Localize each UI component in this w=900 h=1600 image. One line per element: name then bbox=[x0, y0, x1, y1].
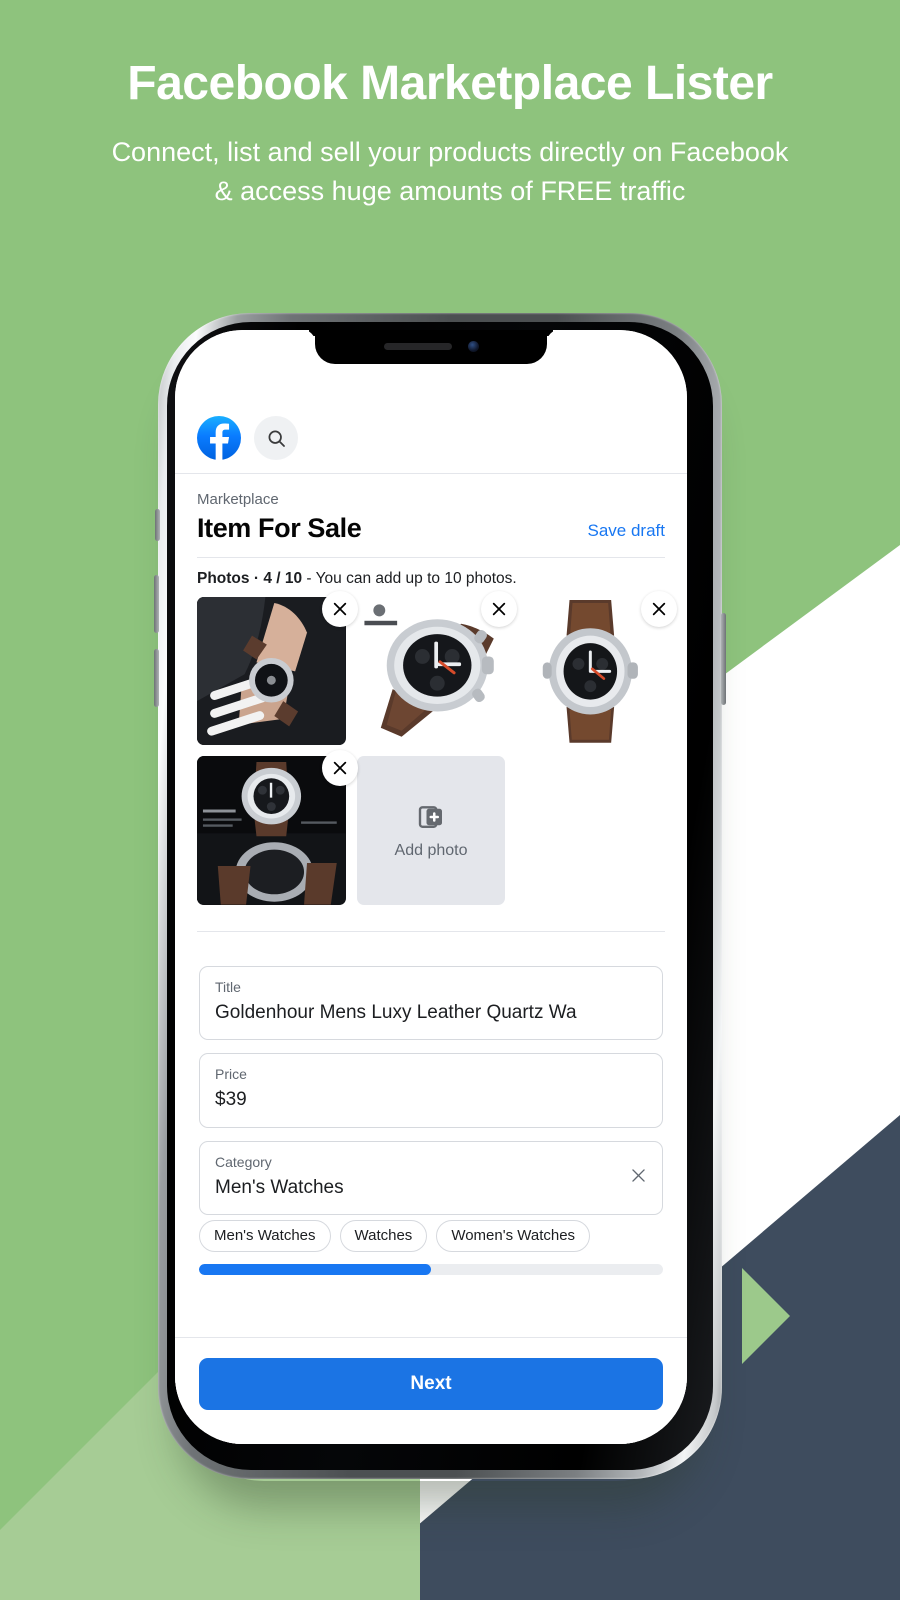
phone-volume-down-button bbox=[154, 649, 159, 707]
add-photo-icon bbox=[418, 805, 442, 828]
close-icon bbox=[632, 1169, 645, 1182]
photo-grid: Add photo bbox=[175, 590, 687, 905]
next-button[interactable]: Next bbox=[199, 1358, 663, 1410]
title-field-value: Goldenhour Mens Luxy Leather Quartz Wa bbox=[215, 1001, 577, 1023]
photo-image bbox=[197, 756, 346, 905]
hero-title: Facebook Marketplace Lister bbox=[127, 57, 773, 110]
category-chip[interactable]: Women's Watches bbox=[436, 1220, 591, 1253]
photo-thumbnail[interactable] bbox=[356, 590, 518, 746]
page-header-text: Marketplace Item For Sale bbox=[197, 490, 362, 545]
category-field-value: Men's Watches bbox=[215, 1176, 344, 1198]
front-camera-icon bbox=[467, 340, 479, 352]
add-photo-button[interactable]: Add photo bbox=[356, 756, 506, 905]
earpiece-speaker-icon bbox=[383, 342, 452, 350]
progress-fill bbox=[199, 1264, 431, 1276]
page-title: Item For Sale bbox=[197, 513, 362, 544]
progress-bar bbox=[175, 1252, 687, 1276]
add-photo-label: Add photo bbox=[394, 841, 468, 859]
close-icon bbox=[333, 762, 346, 775]
photos-hint: - You can add up to 10 photos. bbox=[306, 569, 517, 587]
hero-subtitle: Connect, list and sell your products dir… bbox=[111, 137, 789, 207]
category-field[interactable]: Category Men's Watches bbox=[199, 1140, 663, 1216]
photos-count: 4 / 10 bbox=[263, 569, 303, 587]
remove-photo-button[interactable] bbox=[321, 750, 358, 787]
photos-label: Photos · 4 / 10 - You can add up to 10 p… bbox=[175, 558, 687, 597]
search-icon bbox=[268, 430, 285, 447]
price-field-label: Price bbox=[215, 1066, 247, 1083]
listing-form: Title Goldenhour Mens Luxy Leather Quart… bbox=[175, 932, 687, 1216]
category-suggestion-chips: Men's Watches Watches Women's Watches bbox=[175, 1215, 687, 1253]
app-footer: Next bbox=[175, 1337, 687, 1444]
hero-section: Facebook Marketplace Lister Connect, lis… bbox=[0, 56, 900, 211]
breadcrumb[interactable]: Marketplace bbox=[197, 490, 361, 510]
price-field[interactable]: Price $39 bbox=[199, 1053, 663, 1128]
phone-screen: Marketplace Item For Sale Save draft Pho… bbox=[175, 330, 687, 1444]
photo-thumbnail[interactable] bbox=[197, 590, 358, 746]
remove-photo-button[interactable] bbox=[321, 590, 358, 627]
phone-power-button bbox=[721, 613, 726, 705]
phone-mockup: Marketplace Item For Sale Save draft Pho… bbox=[154, 313, 726, 1479]
remove-photo-button[interactable] bbox=[641, 590, 678, 627]
photo-thumbnail[interactable] bbox=[197, 750, 358, 905]
remove-photo-button[interactable] bbox=[481, 590, 518, 627]
photos-label-separator: · bbox=[253, 569, 260, 587]
clear-category-button[interactable] bbox=[629, 1166, 648, 1190]
facebook-logo-icon[interactable] bbox=[197, 416, 241, 460]
title-field[interactable]: Title Goldenhour Mens Luxy Leather Quart… bbox=[199, 965, 663, 1041]
page-header: Marketplace Item For Sale Save draft bbox=[175, 474, 687, 557]
price-field-value: $39 bbox=[215, 1089, 247, 1111]
close-icon bbox=[652, 602, 666, 615]
category-chip[interactable]: Men's Watches bbox=[199, 1220, 331, 1253]
save-draft-link[interactable]: Save draft bbox=[588, 521, 666, 545]
progress-track bbox=[199, 1264, 663, 1276]
title-field-label: Title bbox=[215, 978, 241, 995]
phone-silence-switch bbox=[155, 509, 160, 541]
photo-image bbox=[516, 596, 666, 746]
close-icon bbox=[333, 602, 346, 615]
photo-thumbnail[interactable] bbox=[516, 590, 678, 746]
photo-image bbox=[197, 596, 346, 746]
search-button[interactable] bbox=[254, 416, 298, 460]
close-icon bbox=[493, 602, 506, 615]
photos-label-title: Photos bbox=[197, 569, 250, 587]
category-chip[interactable]: Watches bbox=[339, 1220, 428, 1253]
facebook-app: Marketplace Item For Sale Save draft Pho… bbox=[175, 330, 687, 1444]
phone-volume-up-button bbox=[154, 575, 159, 633]
category-field-label: Category bbox=[215, 1153, 272, 1170]
app-scroll-area[interactable]: Marketplace Item For Sale Save draft Pho… bbox=[175, 474, 687, 1337]
phone-notch bbox=[315, 330, 547, 364]
